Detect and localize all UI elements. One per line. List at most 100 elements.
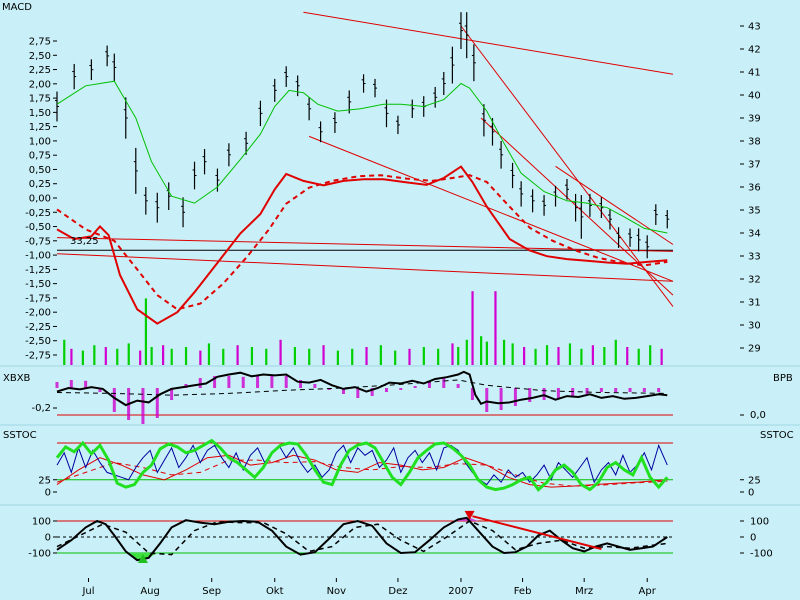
volume-bar	[170, 348, 173, 365]
xbxb-histogram-bar	[84, 380, 88, 388]
xbxb-histogram-bar	[69, 380, 73, 388]
xbxb-histogram-bar	[642, 388, 646, 392]
volume-bar	[322, 345, 325, 365]
volume-bar	[394, 350, 397, 365]
volume-bar	[127, 343, 130, 365]
xbxb-histogram-bar	[542, 388, 546, 400]
xbxb-histogram-bar	[256, 376, 260, 388]
stock-chart: 2,75 2,50 2,25 2,00 1,75 1,50 1,25 1,00 0,75 0,50…	[0, 11, 800, 597]
price-tick-label: 35	[748, 206, 761, 217]
macd-tick-label: 2,75	[29, 37, 51, 48]
macd-tick-label: 1,75	[29, 94, 51, 105]
macd-tick-label: -2,00	[25, 308, 51, 319]
osc-right-tick-label: 100	[750, 517, 769, 528]
volume-bar	[308, 348, 311, 365]
volume-bar	[81, 350, 84, 365]
volume-bar	[465, 339, 468, 365]
trendline	[56, 253, 674, 282]
volume-bar	[250, 347, 254, 365]
osc-right-tick-label: 0	[750, 533, 756, 544]
xbxb-histogram-bar	[427, 382, 431, 388]
volume-bar	[408, 348, 411, 365]
month-label: Mrz	[575, 586, 593, 597]
xbxb-histogram-bar	[513, 388, 517, 406]
price-tick-label: 36	[748, 183, 761, 194]
osc-right-tick-label: -100	[750, 549, 773, 560]
volume-bar	[534, 348, 537, 365]
volume-bar	[236, 345, 239, 365]
volume-bar	[614, 339, 617, 365]
xbxb-title: XBXB	[3, 373, 31, 384]
month-label: Okt	[266, 586, 284, 597]
macd-line	[56, 165, 668, 325]
xbxb-histogram-bar	[227, 376, 231, 388]
volume-bar	[162, 345, 165, 365]
macd-tick-label: -1,75	[25, 293, 51, 304]
volume-bar	[207, 343, 211, 365]
volume-bar	[591, 345, 594, 365]
xbxb-histogram-bar	[442, 378, 446, 388]
volume-bar	[626, 347, 629, 365]
volume-bar	[63, 339, 66, 365]
month-label: Sep	[202, 586, 221, 597]
price-tick-label: 41	[748, 68, 761, 79]
volume-bar	[104, 347, 107, 365]
volume-bar	[222, 348, 225, 365]
sstoc-tick-label: 0	[45, 488, 51, 499]
volume-bar	[70, 348, 73, 365]
volume-bar	[379, 345, 382, 365]
month-label: Nov	[327, 586, 347, 597]
trendline	[303, 11, 674, 75]
macd-tick-label: -2,25	[25, 322, 51, 333]
volume-bar	[451, 343, 454, 365]
month-label: Dez	[388, 586, 407, 597]
price-tick-label: 34	[748, 229, 761, 240]
xbxb-histogram-bar	[614, 388, 618, 392]
macd-tick-label: -0,50	[25, 222, 51, 233]
xbxb-histogram-bar	[585, 388, 589, 394]
volume-bar	[279, 339, 282, 365]
volume-bar	[557, 347, 560, 365]
volume-bar	[580, 348, 583, 365]
osc-tick-label: 0	[45, 533, 51, 544]
volume-bar	[485, 341, 488, 365]
volume-bar	[523, 347, 526, 365]
sstoc-slow-line	[55, 438, 669, 492]
xbxb-histogram-bar	[141, 388, 145, 424]
macd-title: MACD	[2, 2, 32, 13]
volume-bar	[568, 343, 572, 365]
volume-bar	[365, 347, 368, 365]
price-tick-label: 42	[748, 45, 761, 56]
trendline	[308, 135, 674, 282]
volume-bar	[437, 348, 440, 365]
volume-bar	[649, 345, 652, 365]
xbxb-histogram-bar	[112, 388, 116, 412]
support-annotation: 33,25	[70, 236, 99, 247]
volume-bar	[144, 298, 148, 365]
xbxb-histogram-bar	[55, 382, 59, 388]
bpb-tick-label: 0,0	[750, 410, 766, 421]
macd-tick-label: -2,75	[25, 351, 51, 362]
volume-bar	[351, 348, 354, 365]
volume-bar	[139, 350, 142, 365]
macd-tick-label: 1,50	[29, 108, 51, 119]
month-label: Apr	[639, 586, 657, 597]
volume-bar	[265, 348, 268, 365]
volume-bar	[637, 348, 640, 365]
month-label: Feb	[514, 586, 532, 597]
volume-bar	[199, 350, 202, 365]
macd-tick-label: 0,75	[29, 151, 51, 162]
month-label: Jul	[81, 586, 94, 597]
volume-bar	[457, 347, 460, 365]
price-tick-label: 38	[748, 137, 761, 148]
volume-bar	[480, 336, 483, 365]
xbxb-histogram-bar	[270, 375, 274, 388]
macd-tick-label: -1,00	[25, 251, 51, 262]
price-tick-label: 33	[748, 252, 761, 263]
xbxb-main-line	[56, 370, 668, 407]
volume-bar	[494, 291, 497, 365]
volume-bar	[93, 345, 96, 365]
month-label: Aug	[140, 586, 160, 597]
bpb-title: BPB	[773, 373, 793, 384]
volume-bar	[293, 347, 297, 365]
